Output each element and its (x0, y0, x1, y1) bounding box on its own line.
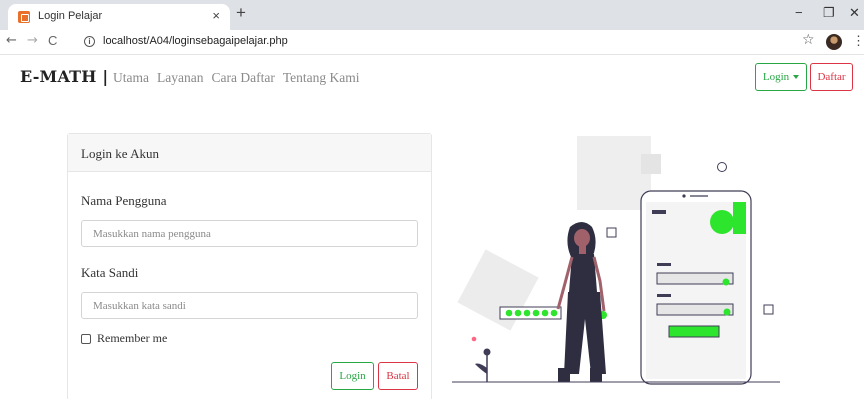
username-label: Nama Pengguna (81, 193, 167, 208)
person-top (569, 254, 597, 292)
password-label: Kata Sandi (81, 265, 139, 280)
nav-link-layanan[interactable]: Layanan (157, 70, 203, 86)
app-favicon-icon (18, 11, 30, 23)
login-button[interactable]: Login (331, 362, 374, 390)
forward-icon[interactable]: → (27, 33, 38, 48)
phone-green-circle (710, 210, 734, 234)
browser-tab-bar: Login Pelajar × + − ❐ ✕ (0, 0, 864, 30)
nav-login-label: Login (762, 71, 790, 83)
password-dot (550, 309, 558, 317)
password-dot (523, 309, 531, 317)
phone-input-field (656, 303, 734, 316)
person-trousers (564, 292, 606, 374)
pink-dot (471, 336, 477, 342)
nav-login-dropdown-button[interactable]: Login (755, 63, 807, 91)
password-dot (532, 309, 540, 317)
person-figure (556, 222, 606, 382)
address-bar[interactable]: i localhost/A04/loginsebagaipelajar.php (76, 32, 796, 52)
password-input[interactable] (81, 292, 418, 319)
tab-close-icon[interactable]: × (212, 8, 220, 23)
info-icon[interactable]: i (84, 36, 95, 47)
bookmark-star-icon[interactable]: ☆ (802, 32, 815, 48)
new-tab-icon[interactable]: + (236, 3, 246, 23)
person-face (574, 229, 590, 247)
plant-graphic (471, 336, 491, 382)
phone-ui-bar (657, 294, 671, 297)
nav-link-utama[interactable]: Utama (113, 70, 149, 86)
phone-ui-bar (657, 263, 671, 266)
phone-field-dot (723, 308, 731, 316)
browser-tab[interactable]: Login Pelajar × (8, 4, 230, 30)
bg-square-small (641, 154, 661, 174)
password-dot (505, 309, 513, 317)
remember-label: Remember me (97, 331, 168, 345)
password-dot (541, 309, 549, 317)
phone-field-dot (722, 278, 730, 286)
username-input[interactable] (81, 220, 418, 247)
restore-icon[interactable]: ❐ (823, 5, 835, 21)
login-illustration (452, 136, 780, 385)
caret-down-icon (793, 75, 800, 79)
person-right-shoe (590, 368, 602, 382)
url-text[interactable]: localhost/A04/loginsebagaipelajar.php (103, 35, 288, 47)
login-card-header: Login ke Akun (68, 134, 431, 172)
bg-square-large (577, 136, 651, 210)
person-left-shoe (558, 368, 570, 382)
phone-ui-bar (652, 210, 666, 214)
main-nav: Utama Layanan Cara Daftar Tentang Kami (113, 70, 359, 86)
circle-outline-icon (717, 162, 727, 172)
phone-camera-icon (682, 194, 686, 198)
browser-toolbar: ← → C i localhost/A04/loginsebagaipelaja… (0, 30, 864, 55)
cancel-button[interactable]: Batal (378, 362, 418, 390)
nav-daftar-button[interactable]: Daftar (810, 63, 853, 91)
remember-checkbox[interactable] (81, 333, 91, 344)
nav-link-tentang-kami[interactable]: Tentang Kami (283, 70, 360, 86)
person-neck (579, 245, 586, 254)
phone-submit-button (668, 325, 720, 338)
minimize-icon[interactable]: − (795, 5, 803, 20)
remember-me[interactable]: Remember me (81, 331, 167, 346)
tab-title: Login Pelajar (38, 10, 103, 22)
nav-link-cara-daftar[interactable]: Cara Daftar (211, 70, 274, 86)
profile-avatar-icon[interactable] (826, 34, 842, 50)
menu-kebab-icon[interactable]: ⋮ (852, 33, 864, 49)
phone-input-field (656, 272, 734, 285)
square-outline-icon-right (763, 304, 774, 315)
brand-logo[interactable]: E-MATH | (20, 67, 108, 86)
back-icon[interactable]: ← (6, 33, 17, 48)
password-dot (514, 309, 522, 317)
window-close-icon[interactable]: ✕ (849, 5, 860, 21)
reload-icon[interactable]: C (48, 33, 57, 48)
square-outline-icon (606, 227, 617, 238)
phone-green-block (733, 202, 746, 234)
login-card: Login ke Akun Nama Pengguna Kata Sandi R… (67, 133, 432, 399)
